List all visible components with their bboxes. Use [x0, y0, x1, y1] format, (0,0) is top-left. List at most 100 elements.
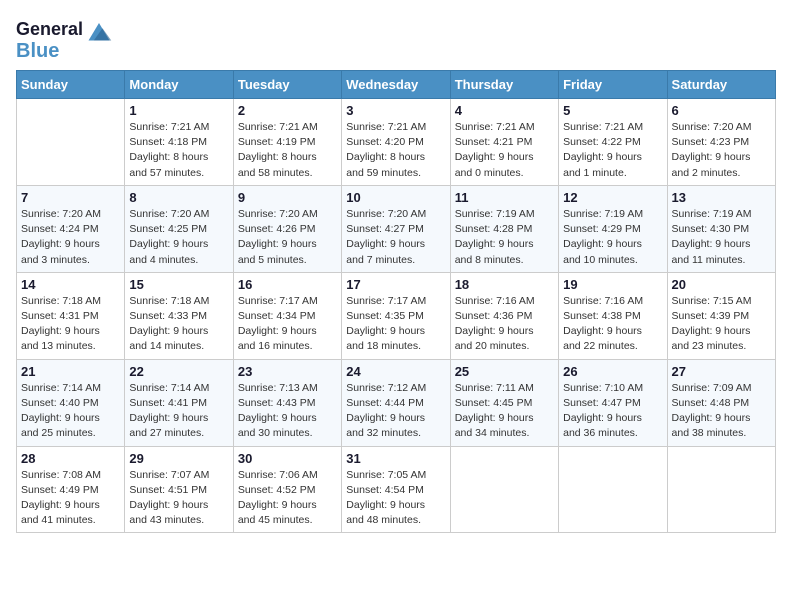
calendar-week-row: 21 Sunrise: 7:14 AM Sunset: 4:40 PM Dayli…: [17, 359, 776, 446]
day-info: Sunrise: 7:05 AM Sunset: 4:54 PM Dayligh…: [346, 468, 445, 529]
day-number: 22: [129, 364, 228, 379]
calendar-cell: 2Sunrise: 7:21 AM Sunset: 4:19 PM Daylig…: [233, 99, 341, 186]
calendar-table: SundayMondayTuesdayWednesdayThursdayFrid…: [16, 70, 776, 533]
calendar-cell: 4 Sunrise: 7:21 AM Sunset: 4:21 PM Daylig…: [450, 99, 558, 186]
day-info: Sunrise: 7:20 AM Sunset: 4:26 PM Dayligh…: [238, 207, 337, 268]
calendar-week-row: 7 Sunrise: 7:20 AM Sunset: 4:24 PM Daylig…: [17, 185, 776, 272]
day-info: Sunrise: 7:20 AM Sunset: 4:24 PM Dayligh…: [21, 207, 120, 268]
calendar-cell: 14Sunrise: 7:18 AM Sunset: 4:31 PM Dayli…: [17, 272, 125, 359]
day-info: Sunrise: 7:19 AM Sunset: 4:30 PM Dayligh…: [672, 207, 771, 268]
calendar-body: 1Sunrise: 7:21 AM Sunset: 4:18 PM Daylig…: [17, 99, 776, 533]
calendar-cell: 13 Sunrise: 7:19 AM Sunset: 4:30 PM Dayli…: [667, 185, 775, 272]
weekday-header-thursday: Thursday: [450, 71, 558, 99]
calendar-cell: [559, 446, 667, 533]
calendar-cell: 19 Sunrise: 7:16 AM Sunset: 4:38 PM Dayli…: [559, 272, 667, 359]
day-number: 15: [129, 277, 228, 292]
day-info: Sunrise: 7:17 AM Sunset: 4:35 PM Dayligh…: [346, 294, 445, 355]
logo-text: General: [16, 20, 83, 40]
day-info: Sunrise: 7:21 AM Sunset: 4:22 PM Dayligh…: [563, 120, 662, 181]
calendar-week-row: 28 Sunrise: 7:08 AM Sunset: 4:49 PM Dayli…: [17, 446, 776, 533]
day-info: Sunrise: 7:21 AM Sunset: 4:18 PM Dayligh…: [129, 120, 228, 181]
day-info: Sunrise: 7:20 AM Sunset: 4:23 PM Dayligh…: [672, 120, 771, 181]
weekday-header-saturday: Saturday: [667, 71, 775, 99]
calendar-cell: 6 Sunrise: 7:20 AM Sunset: 4:23 PM Daylig…: [667, 99, 775, 186]
calendar-cell: 22Sunrise: 7:14 AM Sunset: 4:41 PM Dayli…: [125, 359, 233, 446]
day-number: 20: [672, 277, 771, 292]
day-number: 7: [21, 190, 120, 205]
day-number: 14: [21, 277, 120, 292]
logo: General Blue: [16, 16, 113, 62]
day-number: 18: [455, 277, 554, 292]
day-number: 16: [238, 277, 337, 292]
logo-blue-text: Blue: [16, 40, 59, 62]
day-info: Sunrise: 7:14 AM Sunset: 4:40 PM Dayligh…: [21, 381, 120, 442]
day-info: Sunrise: 7:09 AM Sunset: 4:48 PM Dayligh…: [672, 381, 771, 442]
day-number: 19: [563, 277, 662, 292]
day-number: 5: [563, 103, 662, 118]
calendar-cell: 3Sunrise: 7:21 AM Sunset: 4:20 PM Daylig…: [342, 99, 450, 186]
calendar-header: SundayMondayTuesdayWednesdayThursdayFrid…: [17, 71, 776, 99]
day-info: Sunrise: 7:21 AM Sunset: 4:19 PM Dayligh…: [238, 120, 337, 181]
day-number: 6: [672, 103, 771, 118]
day-info: Sunrise: 7:11 AM Sunset: 4:45 PM Dayligh…: [455, 381, 554, 442]
calendar-cell: 15 Sunrise: 7:18 AM Sunset: 4:33 PM Dayli…: [125, 272, 233, 359]
day-number: 26: [563, 364, 662, 379]
day-info: Sunrise: 7:19 AM Sunset: 4:28 PM Dayligh…: [455, 207, 554, 268]
weekday-header-tuesday: Tuesday: [233, 71, 341, 99]
day-number: 9: [238, 190, 337, 205]
day-info: Sunrise: 7:10 AM Sunset: 4:47 PM Dayligh…: [563, 381, 662, 442]
day-info: Sunrise: 7:08 AM Sunset: 4:49 PM Dayligh…: [21, 468, 120, 529]
day-info: Sunrise: 7:21 AM Sunset: 4:21 PM Dayligh…: [455, 120, 554, 181]
day-info: Sunrise: 7:16 AM Sunset: 4:36 PM Dayligh…: [455, 294, 554, 355]
calendar-cell: 8Sunrise: 7:20 AM Sunset: 4:25 PM Daylig…: [125, 185, 233, 272]
day-number: 13: [672, 190, 771, 205]
weekday-header-monday: Monday: [125, 71, 233, 99]
calendar-cell: 9 Sunrise: 7:20 AM Sunset: 4:26 PM Daylig…: [233, 185, 341, 272]
calendar-cell: [450, 446, 558, 533]
day-number: 24: [346, 364, 445, 379]
day-number: 4: [455, 103, 554, 118]
calendar-cell: 7 Sunrise: 7:20 AM Sunset: 4:24 PM Daylig…: [17, 185, 125, 272]
calendar-cell: 30 Sunrise: 7:06 AM Sunset: 4:52 PM Dayli…: [233, 446, 341, 533]
weekday-header-friday: Friday: [559, 71, 667, 99]
day-info: Sunrise: 7:19 AM Sunset: 4:29 PM Dayligh…: [563, 207, 662, 268]
calendar-cell: 18 Sunrise: 7:16 AM Sunset: 4:36 PM Dayli…: [450, 272, 558, 359]
calendar-cell: 5 Sunrise: 7:21 AM Sunset: 4:22 PM Daylig…: [559, 99, 667, 186]
day-number: 21: [21, 364, 120, 379]
day-number: 11: [455, 190, 554, 205]
calendar-cell: 27 Sunrise: 7:09 AM Sunset: 4:48 PM Dayli…: [667, 359, 775, 446]
day-number: 31: [346, 451, 445, 466]
day-info: Sunrise: 7:06 AM Sunset: 4:52 PM Dayligh…: [238, 468, 337, 529]
calendar-cell: 10Sunrise: 7:20 AM Sunset: 4:27 PM Dayli…: [342, 185, 450, 272]
day-number: 10: [346, 190, 445, 205]
day-info: Sunrise: 7:15 AM Sunset: 4:39 PM Dayligh…: [672, 294, 771, 355]
weekday-header-row: SundayMondayTuesdayWednesdayThursdayFrid…: [17, 71, 776, 99]
day-info: Sunrise: 7:21 AM Sunset: 4:20 PM Dayligh…: [346, 120, 445, 181]
day-info: Sunrise: 7:16 AM Sunset: 4:38 PM Dayligh…: [563, 294, 662, 355]
calendar-cell: 24Sunrise: 7:12 AM Sunset: 4:44 PM Dayli…: [342, 359, 450, 446]
calendar-cell: [667, 446, 775, 533]
day-number: 25: [455, 364, 554, 379]
calendar-cell: 31 Sunrise: 7:05 AM Sunset: 4:54 PM Dayli…: [342, 446, 450, 533]
day-number: 23: [238, 364, 337, 379]
page-header: General Blue: [16, 16, 776, 62]
day-number: 8: [129, 190, 228, 205]
calendar-cell: 1Sunrise: 7:21 AM Sunset: 4:18 PM Daylig…: [125, 99, 233, 186]
day-number: 30: [238, 451, 337, 466]
calendar-cell: 26 Sunrise: 7:10 AM Sunset: 4:47 PM Dayli…: [559, 359, 667, 446]
calendar-cell: 21 Sunrise: 7:14 AM Sunset: 4:40 PM Dayli…: [17, 359, 125, 446]
logo-icon: [85, 16, 113, 44]
day-number: 28: [21, 451, 120, 466]
calendar-cell: 29Sunrise: 7:07 AM Sunset: 4:51 PM Dayli…: [125, 446, 233, 533]
calendar-cell: 11 Sunrise: 7:19 AM Sunset: 4:28 PM Dayli…: [450, 185, 558, 272]
weekday-header-wednesday: Wednesday: [342, 71, 450, 99]
day-number: 27: [672, 364, 771, 379]
calendar-cell: 25 Sunrise: 7:11 AM Sunset: 4:45 PM Dayli…: [450, 359, 558, 446]
day-info: Sunrise: 7:07 AM Sunset: 4:51 PM Dayligh…: [129, 468, 228, 529]
calendar-cell: 20 Sunrise: 7:15 AM Sunset: 4:39 PM Dayli…: [667, 272, 775, 359]
calendar-cell: [17, 99, 125, 186]
calendar-cell: 16Sunrise: 7:17 AM Sunset: 4:34 PM Dayli…: [233, 272, 341, 359]
calendar-cell: 17Sunrise: 7:17 AM Sunset: 4:35 PM Dayli…: [342, 272, 450, 359]
calendar-cell: 23Sunrise: 7:13 AM Sunset: 4:43 PM Dayli…: [233, 359, 341, 446]
day-info: Sunrise: 7:18 AM Sunset: 4:33 PM Dayligh…: [129, 294, 228, 355]
